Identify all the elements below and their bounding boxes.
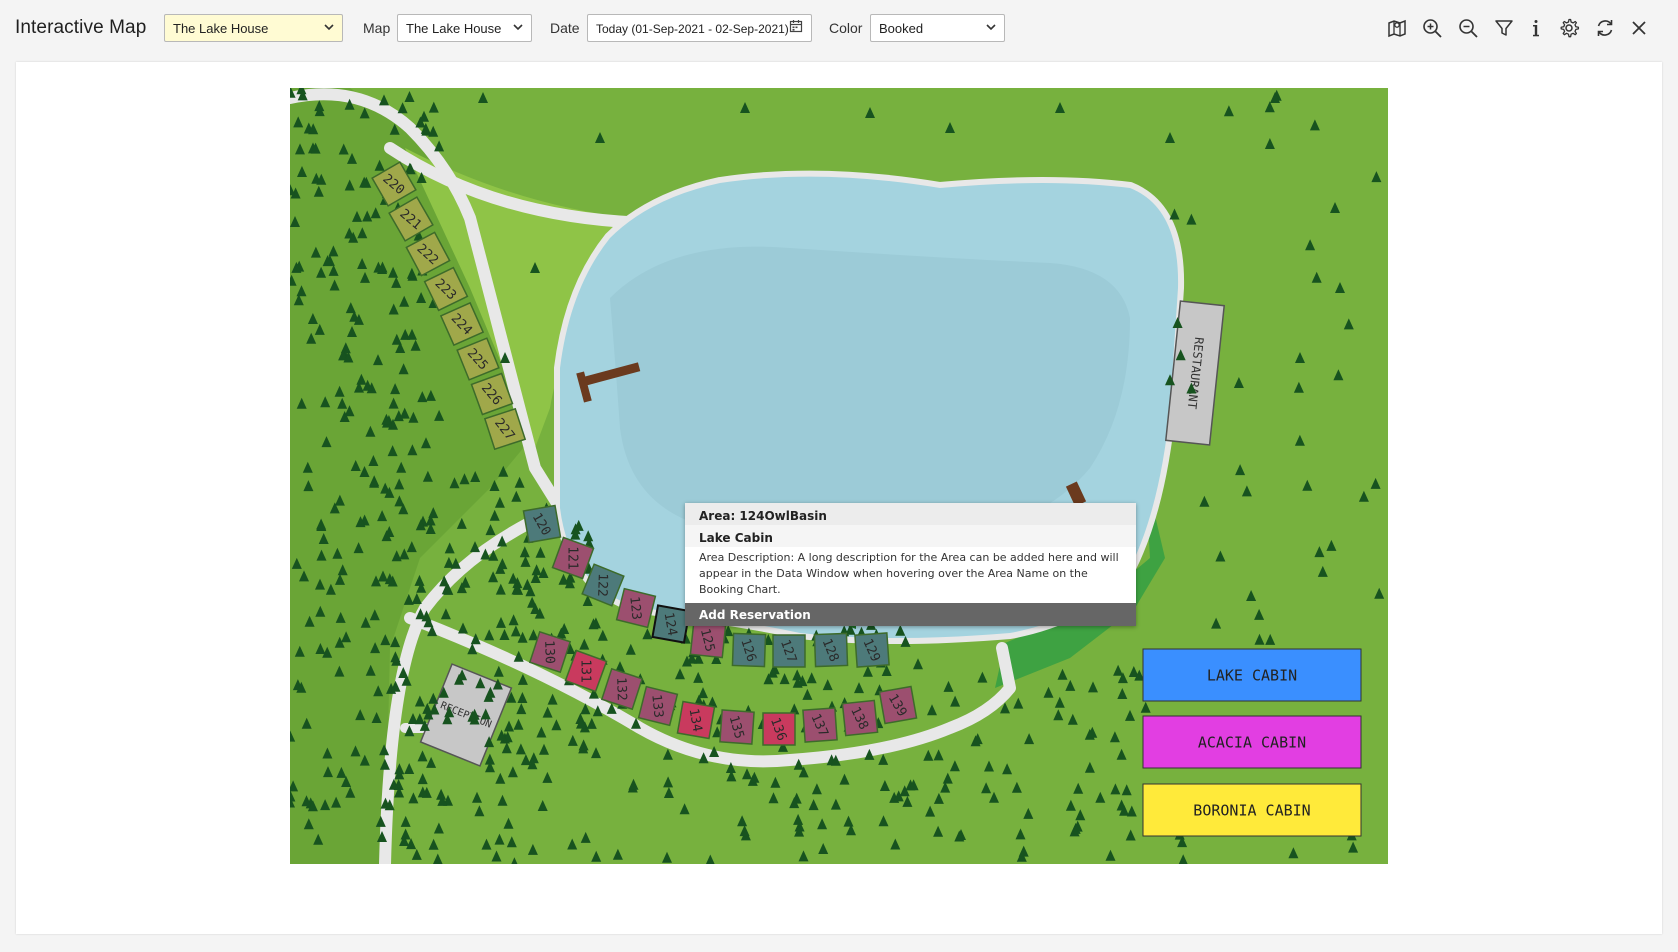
legend-label: LAKE CABIN (1207, 667, 1297, 685)
resort-map[interactable]: RESTAURANT RECEPTION 2202212222232242252… (290, 88, 1388, 864)
map-select-value: The Lake House (406, 21, 502, 36)
page-title: Interactive Map (15, 17, 147, 38)
map-icon[interactable] (1386, 17, 1408, 39)
property-select[interactable]: The Lake House (164, 14, 343, 42)
gear-icon[interactable] (1558, 17, 1580, 39)
property-select-value: The Lake House (173, 21, 269, 36)
date-value: Today (01-Sep-2021 - 02-Sep-2021) (596, 22, 789, 36)
cabin-label: 123 (626, 596, 643, 621)
tooltip-description: Area Description: A long description for… (699, 551, 1119, 596)
cabin-136[interactable]: 136 (762, 712, 796, 746)
tooltip-category: Lake Cabin (685, 525, 1136, 547)
cabin-label: 133 (648, 694, 665, 719)
legend: LAKE CABIN ACACIA CABIN BORONIA CABIN (1142, 648, 1362, 837)
cabin-133[interactable]: 133 (637, 685, 679, 727)
cabin-label: 130 (541, 640, 557, 664)
cabin-120[interactable]: 120 (522, 504, 562, 544)
cabin-128[interactable]: 128 (813, 632, 849, 668)
map-label: Map (363, 20, 391, 36)
legend-label: ACACIA CABIN (1198, 734, 1306, 752)
legend-boronia-cabin[interactable]: BORONIA CABIN (1142, 783, 1362, 837)
tooltip-area-name: Area: 124OwlBasin (685, 503, 1136, 525)
info-icon[interactable] (1525, 17, 1547, 39)
toolbar: Interactive Map The Lake House Map The L… (0, 0, 1678, 58)
cabin-134[interactable]: 134 (676, 700, 716, 740)
legend-lake-cabin[interactable]: LAKE CABIN (1142, 648, 1362, 702)
refresh-icon[interactable] (1594, 17, 1616, 39)
area-tooltip: Area: 124OwlBasin Lake Cabin Area Descri… (685, 503, 1136, 626)
cabin-127[interactable]: 127 (772, 634, 806, 668)
color-select[interactable]: Booked (870, 14, 1005, 42)
calendar-icon[interactable] (789, 19, 803, 33)
zoom-out-icon[interactable] (1457, 17, 1479, 39)
color-label: Color (829, 20, 863, 36)
cabin-139[interactable]: 139 (878, 685, 918, 725)
date-label: Date (550, 20, 580, 36)
chevron-down-icon (324, 24, 334, 31)
cabin-138[interactable]: 138 (841, 699, 879, 737)
cabin-124[interactable]: 124 (651, 604, 691, 644)
filter-icon[interactable] (1493, 17, 1515, 39)
cabin-129[interactable]: 129 (854, 632, 890, 668)
cabin-label: 131 (578, 659, 593, 682)
cabin-label: 122 (594, 573, 610, 597)
cabin-135[interactable]: 135 (719, 709, 755, 745)
map-select[interactable]: The Lake House (397, 14, 532, 42)
lake-shallow (610, 246, 1130, 542)
color-select-value: Booked (879, 21, 924, 36)
add-reservation-button[interactable]: Add Reservation (685, 603, 1136, 626)
cabin-125[interactable]: 125 (689, 621, 727, 659)
chevron-down-icon (986, 24, 996, 31)
cabin-label: 132 (613, 677, 629, 701)
cabin-137[interactable]: 137 (802, 707, 838, 743)
cabin-126[interactable]: 126 (731, 632, 767, 668)
zoom-in-icon[interactable] (1421, 17, 1443, 39)
cabin-label: 121 (565, 546, 580, 569)
legend-acacia-cabin[interactable]: ACACIA CABIN (1142, 715, 1362, 769)
legend-label: BORONIA CABIN (1193, 802, 1310, 820)
cabin-123[interactable]: 123 (615, 587, 657, 629)
close-icon[interactable] (1628, 17, 1650, 39)
chevron-down-icon (513, 24, 523, 31)
date-input[interactable]: Today (01-Sep-2021 - 02-Sep-2021) (587, 14, 812, 42)
